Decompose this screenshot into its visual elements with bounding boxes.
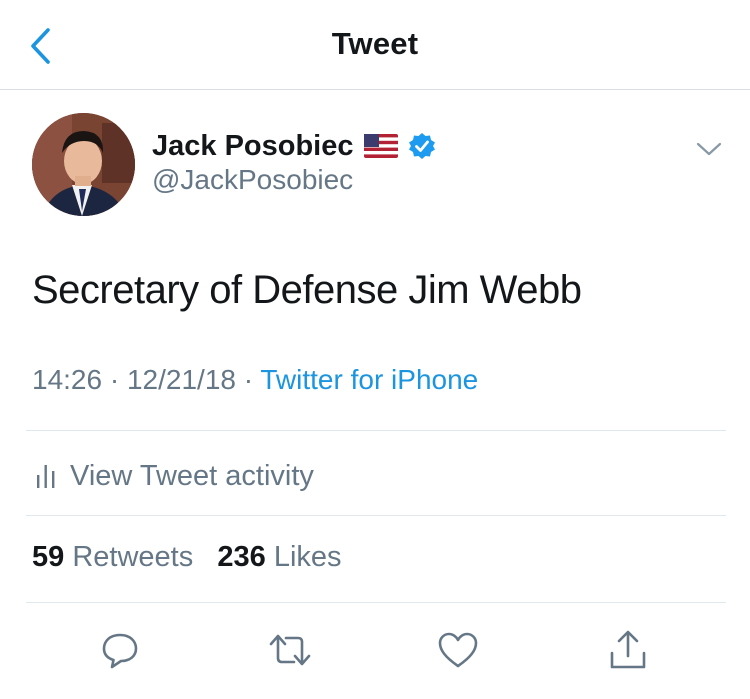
- engagement-counts: 59 Retweets 236 Likes: [32, 541, 342, 574]
- tweet-actions-bar: [0, 626, 750, 674]
- chevron-down-icon: [696, 142, 722, 156]
- divider: [26, 430, 726, 431]
- tweet-metadata: 14:26 · 12/21/18 · Twitter for iPhone: [32, 364, 478, 396]
- divider: [26, 602, 726, 603]
- divider: [26, 515, 726, 516]
- retweets-stat[interactable]: 59 Retweets: [32, 541, 193, 573]
- reply-icon: [102, 633, 138, 669]
- reply-button[interactable]: [96, 626, 144, 674]
- meta-separator: ·: [109, 364, 120, 395]
- share-button[interactable]: [604, 626, 652, 674]
- tweet-time: 14:26: [32, 364, 103, 395]
- tweet-detail-screen: Tweet Jack Posobiec @JackPosobiec Secret…: [0, 0, 750, 699]
- tweet-options-button[interactable]: [692, 134, 726, 164]
- author-name-row: Jack Posobiec: [152, 128, 436, 164]
- tweet-text: Secretary of Defense Jim Webb: [32, 268, 582, 312]
- retweet-icon: [269, 634, 311, 666]
- retweet-button[interactable]: [266, 626, 314, 674]
- author-handle[interactable]: @JackPosobiec: [152, 164, 353, 196]
- likes-count: 236: [217, 541, 266, 573]
- share-icon: [610, 630, 646, 669]
- like-button[interactable]: [434, 626, 482, 674]
- avatar[interactable]: [32, 113, 135, 216]
- bar-chart-icon: [37, 465, 55, 488]
- tweet-date: 12/21/18: [126, 364, 236, 395]
- likes-label: Likes: [273, 541, 342, 573]
- avatar-image: [32, 113, 135, 216]
- retweets-label: Retweets: [72, 541, 194, 573]
- tweet-source-link[interactable]: Twitter for iPhone: [260, 364, 478, 395]
- navigation-bar: Tweet: [0, 0, 750, 90]
- meta-separator: ·: [243, 364, 254, 395]
- likes-stat[interactable]: 236 Likes: [217, 541, 341, 573]
- us-flag-icon: [363, 134, 398, 158]
- like-icon: [438, 632, 478, 668]
- page-title: Tweet: [331, 26, 419, 61]
- verified-badge-icon: [408, 133, 435, 159]
- view-tweet-activity-button[interactable]: View Tweet activity: [36, 456, 314, 496]
- view-tweet-activity-label: View Tweet activity: [70, 459, 314, 492]
- author-name[interactable]: Jack Posobiec: [152, 130, 354, 163]
- retweets-count: 59: [32, 541, 65, 573]
